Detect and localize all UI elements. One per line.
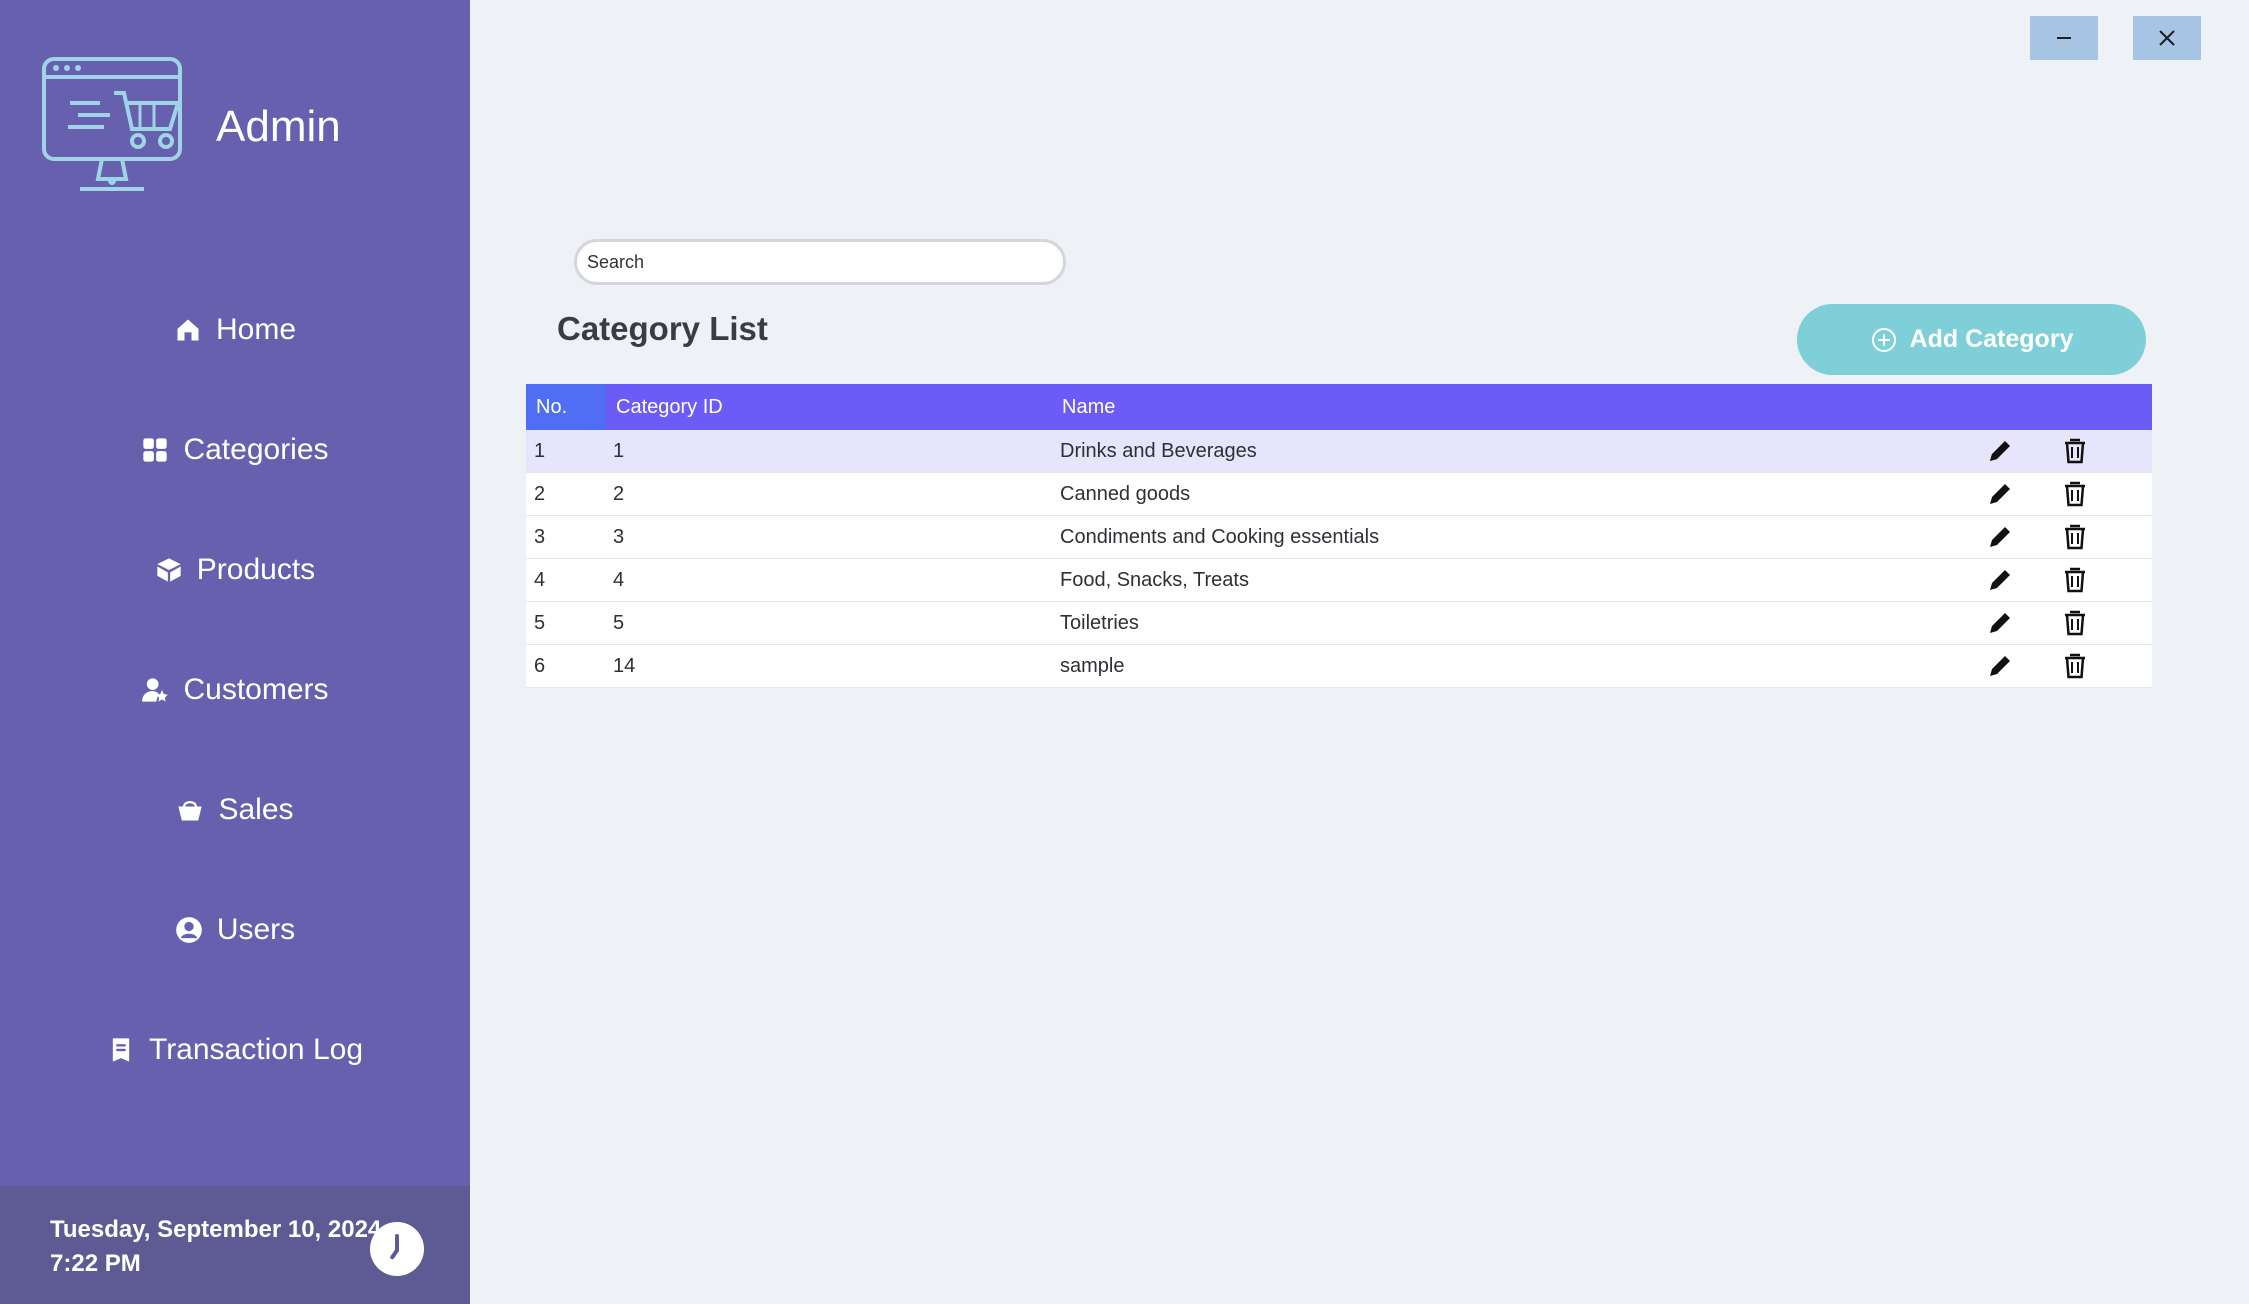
cell-category-id: 14 (613, 654, 636, 677)
cell-no: 2 (534, 482, 546, 505)
brand: Admin (40, 52, 341, 202)
sidebar-item-home[interactable]: Home (0, 290, 470, 370)
grid-icon (141, 436, 169, 464)
sidebar-item-sales[interactable]: Sales (0, 770, 470, 850)
delete-icon[interactable] (2062, 437, 2088, 465)
row-actions (1972, 651, 2152, 681)
sidebar-item-categories[interactable]: Categories (0, 410, 470, 490)
receipt-icon (107, 1036, 135, 1064)
cell-name: Drinks and Beverages (1060, 439, 1257, 462)
cell-name: sample (1060, 654, 1125, 677)
column-header-category-id[interactable]: Category ID (606, 396, 1056, 419)
edit-icon[interactable] (1985, 522, 2015, 552)
sidebar-item-label: Transaction Log (148, 1033, 363, 1066)
column-header-name[interactable]: Name (1056, 396, 2152, 419)
edit-icon[interactable] (1985, 608, 2015, 638)
row-actions (1972, 436, 2152, 466)
table-row[interactable]: 1 1 Drinks and Beverages (526, 430, 2152, 473)
customer-icon (141, 676, 169, 704)
delete-icon[interactable] (2062, 609, 2088, 637)
cell-no: 1 (534, 439, 546, 462)
cell-name: Toiletries (1060, 611, 1139, 634)
table-row[interactable]: 5 5 Toiletries (526, 602, 2152, 645)
sidebar-item-label: Categories (183, 433, 329, 466)
row-actions (1972, 608, 2152, 638)
close-button[interactable] (2133, 16, 2201, 60)
edit-icon[interactable] (1985, 436, 2015, 466)
sidebar-item-label: Home (215, 313, 297, 346)
user-icon (175, 916, 203, 944)
sidebar-item-label: Products (196, 553, 316, 586)
table-row[interactable]: 4 4 Food, Snacks, Treats (526, 559, 2152, 602)
minimize-button[interactable] (2030, 16, 2098, 60)
clock-icon (370, 1222, 424, 1276)
cell-category-id: 3 (613, 525, 625, 548)
edit-icon[interactable] (1985, 651, 2015, 681)
sidebar-item-products[interactable]: Products (0, 530, 470, 610)
column-header-no[interactable]: No. (526, 384, 606, 430)
sidebar-item-customers[interactable]: Customers (0, 650, 470, 730)
edit-icon[interactable] (1985, 479, 2015, 509)
add-category-button[interactable]: Add Category (1797, 304, 2146, 375)
admin-logo-icon (42, 57, 182, 191)
sidebar-item-users[interactable]: Users (0, 890, 470, 970)
cell-category-id: 4 (613, 568, 625, 591)
edit-icon[interactable] (1985, 565, 2015, 595)
cell-no: 4 (534, 568, 546, 591)
cell-category-id: 1 (613, 439, 625, 462)
current-date: Tuesday, September 10, 2024 (50, 1216, 382, 1243)
add-category-label: Add Category (1909, 325, 2074, 353)
cell-name: Condiments and Cooking essentials (1060, 525, 1380, 548)
sidebar-footer: Tuesday, September 10, 2024 7:22 PM (0, 1186, 470, 1304)
cell-no: 3 (534, 525, 546, 548)
delete-icon[interactable] (2062, 566, 2088, 594)
sidebar: Admin Home Categories Products Customers… (0, 0, 470, 1304)
home-icon (174, 316, 202, 344)
cell-category-id: 2 (613, 482, 625, 505)
category-table: No. Category ID Name 1 1 Drinks and Beve… (526, 384, 2152, 688)
delete-icon[interactable] (2062, 480, 2088, 508)
page-title: Category List (557, 310, 768, 347)
table-row[interactable]: 6 14 sample (526, 645, 2152, 688)
row-actions (1972, 565, 2152, 595)
brand-title: Admin (216, 102, 341, 151)
delete-icon[interactable] (2062, 652, 2088, 680)
table-row[interactable]: 2 2 Canned goods (526, 473, 2152, 516)
row-actions (1972, 479, 2152, 509)
sidebar-item-transaction-log[interactable]: Transaction Log (0, 1010, 470, 1090)
row-actions (1972, 522, 2152, 552)
cell-name: Canned goods (1060, 482, 1191, 505)
cell-category-id: 5 (613, 611, 625, 634)
plus-circle-icon (1871, 327, 1896, 352)
table-header: No. Category ID Name (526, 384, 2152, 430)
box-icon (155, 556, 183, 584)
sidebar-item-label: Users (216, 913, 296, 946)
cell-name: Food, Snacks, Treats (1060, 568, 1249, 591)
close-icon (2159, 30, 2175, 46)
cell-no: 6 (534, 654, 546, 677)
minimize-icon (2057, 37, 2071, 39)
basket-icon (176, 796, 204, 824)
delete-icon[interactable] (2062, 523, 2088, 551)
search-input[interactable] (574, 239, 1066, 285)
table-row[interactable]: 3 3 Condiments and Cooking essentials (526, 516, 2152, 559)
sidebar-item-label: Sales (218, 793, 294, 826)
current-time: 7:22 PM (50, 1250, 141, 1277)
cell-no: 5 (534, 611, 546, 634)
sidebar-item-label: Customers (183, 673, 329, 706)
